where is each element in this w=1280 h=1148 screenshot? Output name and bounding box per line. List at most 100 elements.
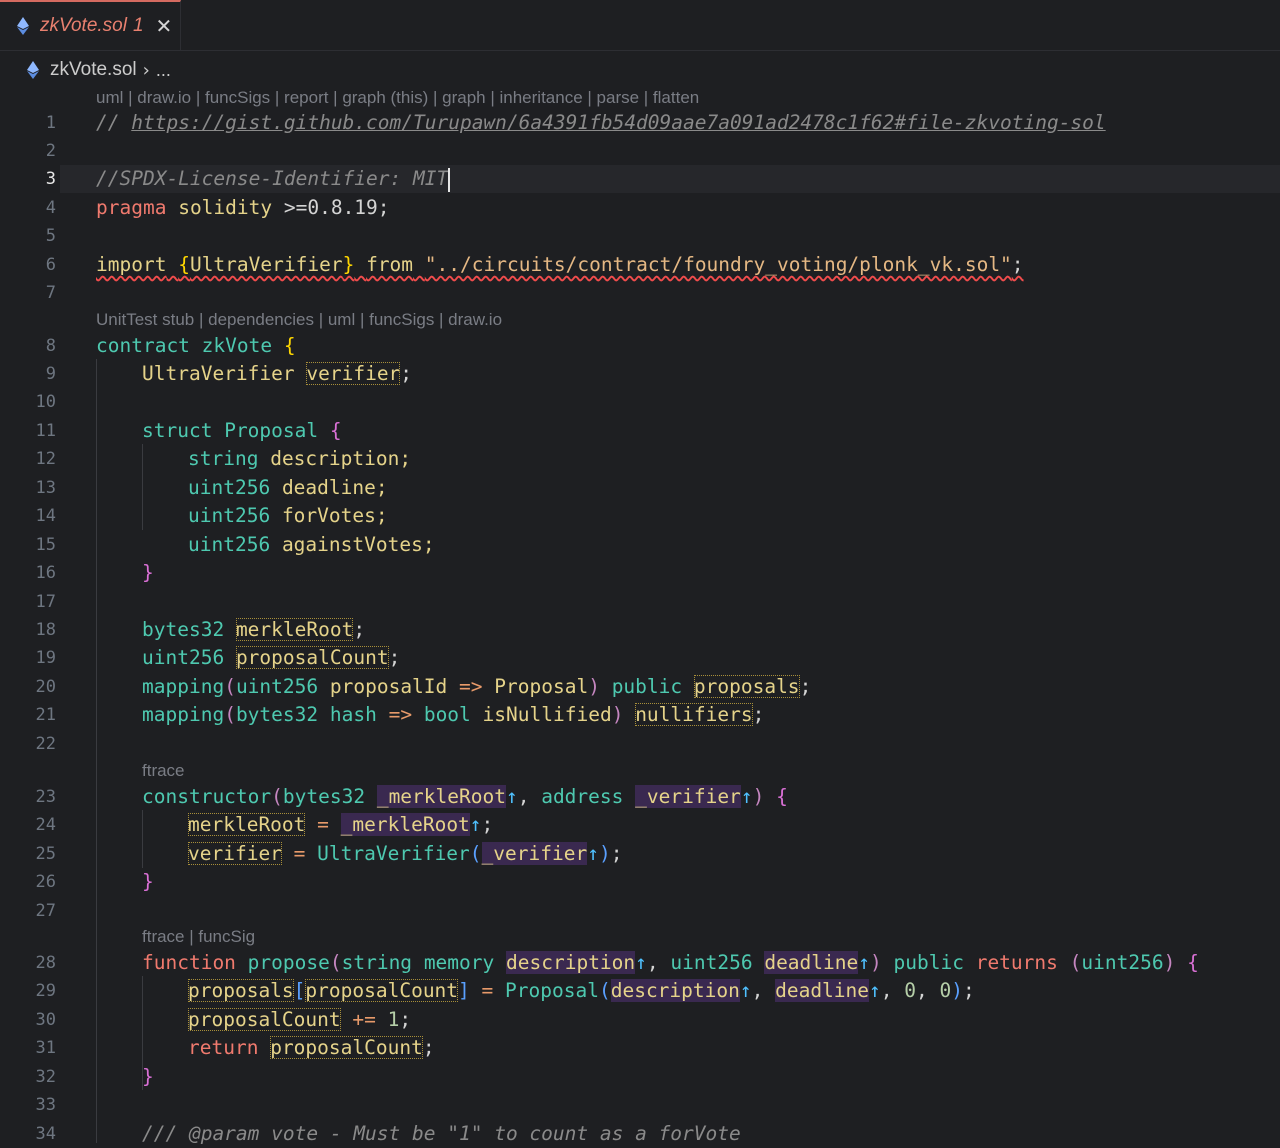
line-number: 16 (35, 563, 56, 583)
type: uint256 (1081, 951, 1164, 974)
license-comment: //SPDX-License-Identifier: MIT (96, 167, 449, 190)
param: _merkleRoot (340, 813, 470, 836)
gist-link[interactable]: https://gist.github.com/Turupawn/6a4391f… (131, 111, 1105, 134)
state-var: merkleRoot (235, 618, 354, 641)
line-number: 22 (35, 734, 56, 754)
codelens-file[interactable]: uml | draw.io | funcSigs | report | grap… (96, 87, 699, 109)
breadcrumb: zkVote.sol › ... (0, 54, 1280, 86)
code-line: 26 } (0, 868, 1280, 896)
keyword: constructor (142, 785, 272, 808)
keyword: memory (423, 951, 495, 974)
type: address (541, 785, 624, 808)
line-number: 8 (45, 336, 56, 356)
param: deadline (775, 979, 870, 1002)
identifier: hash (329, 703, 377, 726)
code-line: 18 bytes32 merkleRoot; (0, 616, 1280, 644)
line-number: 4 (45, 198, 56, 218)
type: bytes32 (282, 785, 366, 808)
identifier: propose (247, 951, 330, 974)
type: Proposal (494, 675, 589, 698)
number: 0 (904, 979, 916, 1002)
line-number: 29 (35, 981, 56, 1001)
punct: ; (1011, 253, 1024, 276)
code-line: 29 proposals[proposalCount] = Proposal(d… (0, 977, 1280, 1005)
tab-problem-count: 1 (132, 15, 144, 36)
code-line: 12 string description; (0, 445, 1280, 473)
line-number: 6 (45, 255, 56, 275)
line-number: 33 (35, 1095, 56, 1115)
version: >=0.8.19; (272, 196, 390, 219)
code-line: 11 struct Proposal { (0, 417, 1280, 445)
line-number: 12 (35, 449, 56, 469)
param: description (610, 979, 740, 1002)
keyword: solidity (178, 196, 273, 219)
operator: += (352, 1008, 376, 1031)
type: UltraVerifier (142, 362, 295, 385)
identifier: Proposal (224, 419, 319, 442)
codelens-constructor[interactable]: ftrace (142, 760, 185, 782)
breadcrumb-more[interactable]: ... (156, 60, 171, 81)
ethereum-icon (16, 16, 30, 36)
line-number: 9 (45, 364, 56, 384)
codelens-contract[interactable]: UnitTest stub | dependencies | uml | fun… (96, 309, 502, 331)
brace: { (178, 253, 190, 276)
number: 0 (939, 979, 952, 1002)
line-number: 5 (45, 226, 56, 246)
code-line: 14 uint256 forVotes; (0, 502, 1280, 530)
code-line: 20 mapping(uint256 proposalId => Proposa… (0, 673, 1280, 701)
identifier: UltraVerifier (317, 842, 470, 865)
code-line: 22 (0, 730, 1280, 758)
line-number: 3 (45, 169, 56, 189)
type: uint256 (188, 476, 271, 499)
close-icon[interactable]: ✕ (156, 14, 173, 38)
code-line-current: 3 //SPDX-License-Identifier: MIT (0, 165, 1280, 193)
brace: { (283, 334, 296, 357)
state-var: nullifiers (635, 703, 753, 726)
code-line: 1 // https://gist.github.com/Turupawn/6a… (0, 109, 1280, 137)
param: _verifier (481, 842, 588, 865)
code-line: 7 (0, 279, 1280, 307)
line-number: 17 (35, 592, 56, 612)
type: uint256 (670, 951, 753, 974)
code-line: 10 (0, 388, 1280, 416)
type: uint256 (142, 646, 225, 669)
brace: } (142, 561, 154, 584)
state-var: proposalCount (235, 646, 389, 669)
line-number: 1 (45, 113, 56, 133)
code-line: 16 } (0, 559, 1280, 587)
line-number: 10 (35, 392, 56, 412)
keyword: function (142, 951, 236, 974)
identifier: zkVote (201, 334, 273, 357)
line-number: 19 (35, 648, 56, 668)
identifier: proposalId (329, 675, 448, 698)
keyword: struct (142, 419, 213, 442)
param: _merkleRoot (376, 785, 506, 808)
type: string (341, 951, 413, 974)
brace: } (342, 253, 355, 276)
keyword: public (611, 675, 683, 698)
brace: { (329, 419, 342, 442)
codelens-propose[interactable]: ftrace | funcSig (142, 926, 255, 948)
code-line: 6 import {UltraVerifier} from "../circui… (0, 251, 1280, 279)
state-var: proposals (693, 675, 800, 698)
line-number: 11 (35, 421, 56, 441)
code-line: 24 merkleRoot = _merkleRoot↑; (0, 811, 1280, 839)
keyword: public (893, 951, 964, 974)
type: uint256 (188, 533, 271, 556)
param: deadline (764, 951, 859, 974)
keyword: contract (96, 334, 190, 357)
line-number: 23 (35, 787, 56, 807)
keyword: import (96, 253, 167, 276)
code-line: 25 verifier = UltraVerifier(_verifier↑); (0, 840, 1280, 868)
editor-tab-zkvote[interactable]: zkVote.sol 1 ✕ (0, 0, 181, 50)
line-number: 30 (35, 1010, 56, 1030)
code-editor[interactable]: uml | draw.io | funcSigs | report | grap… (0, 86, 1280, 1145)
keyword: returns (975, 951, 1058, 974)
line-number: 32 (35, 1067, 56, 1087)
line-number: 14 (35, 506, 56, 526)
type: string (188, 447, 259, 470)
code-line: 17 (0, 588, 1280, 616)
line-number: 31 (35, 1038, 56, 1058)
field: forVotes; (281, 504, 388, 527)
breadcrumb-file[interactable]: zkVote.sol (50, 59, 137, 81)
